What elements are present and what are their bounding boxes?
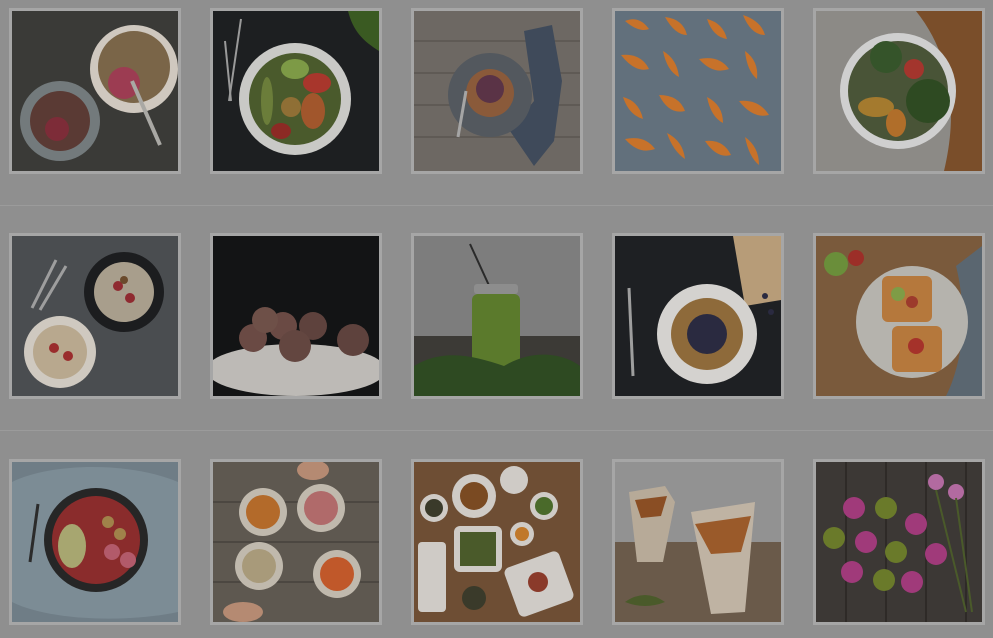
gallery-tile-granola-bowls[interactable] [9,8,181,174]
vegetable-plate-photo [213,11,379,171]
granola-bowls-photo [12,11,178,171]
flower-cupcakes-photo [816,462,982,622]
coconut-balls-photo [213,236,379,396]
roasted-squash-photo [615,11,781,171]
gallery-tile-broccoli-salad[interactable] [813,8,985,174]
row-divider [0,430,993,431]
shared-bowls-photo [213,462,379,622]
gallery-tile-buffet-spread[interactable] [411,459,583,625]
buffet-spread-photo [414,462,580,622]
gallery-tile-roasted-squash[interactable] [612,8,784,174]
photo-gallery [0,0,993,638]
green-smoothie-photo [414,236,580,396]
porridge-bowls-photo [12,236,178,396]
smoothie-bowl-photo [12,462,178,622]
gallery-tile-waffle-plate[interactable] [612,233,784,399]
gallery-tile-porridge-bowls[interactable] [9,233,181,399]
sweet-potato-fries-photo [615,462,781,622]
gallery-tile-sweet-potato-fries[interactable] [612,459,784,625]
gallery-tile-flower-cupcakes[interactable] [813,459,985,625]
gallery-tile-smoothie-bowl[interactable] [9,459,181,625]
gallery-tile-vegetable-plate[interactable] [210,8,382,174]
gallery-tile-avocado-toast[interactable] [813,233,985,399]
waffle-plate-photo [615,236,781,396]
avocado-toast-photo [816,236,982,396]
gallery-tile-pancake-plate[interactable] [411,8,583,174]
row-divider [0,205,993,206]
broccoli-salad-photo [816,11,982,171]
gallery-tile-green-smoothie[interactable] [411,233,583,399]
gallery-tile-shared-bowls[interactable] [210,459,382,625]
gallery-tile-coconut-balls[interactable] [210,233,382,399]
pancake-plate-photo [414,11,580,171]
